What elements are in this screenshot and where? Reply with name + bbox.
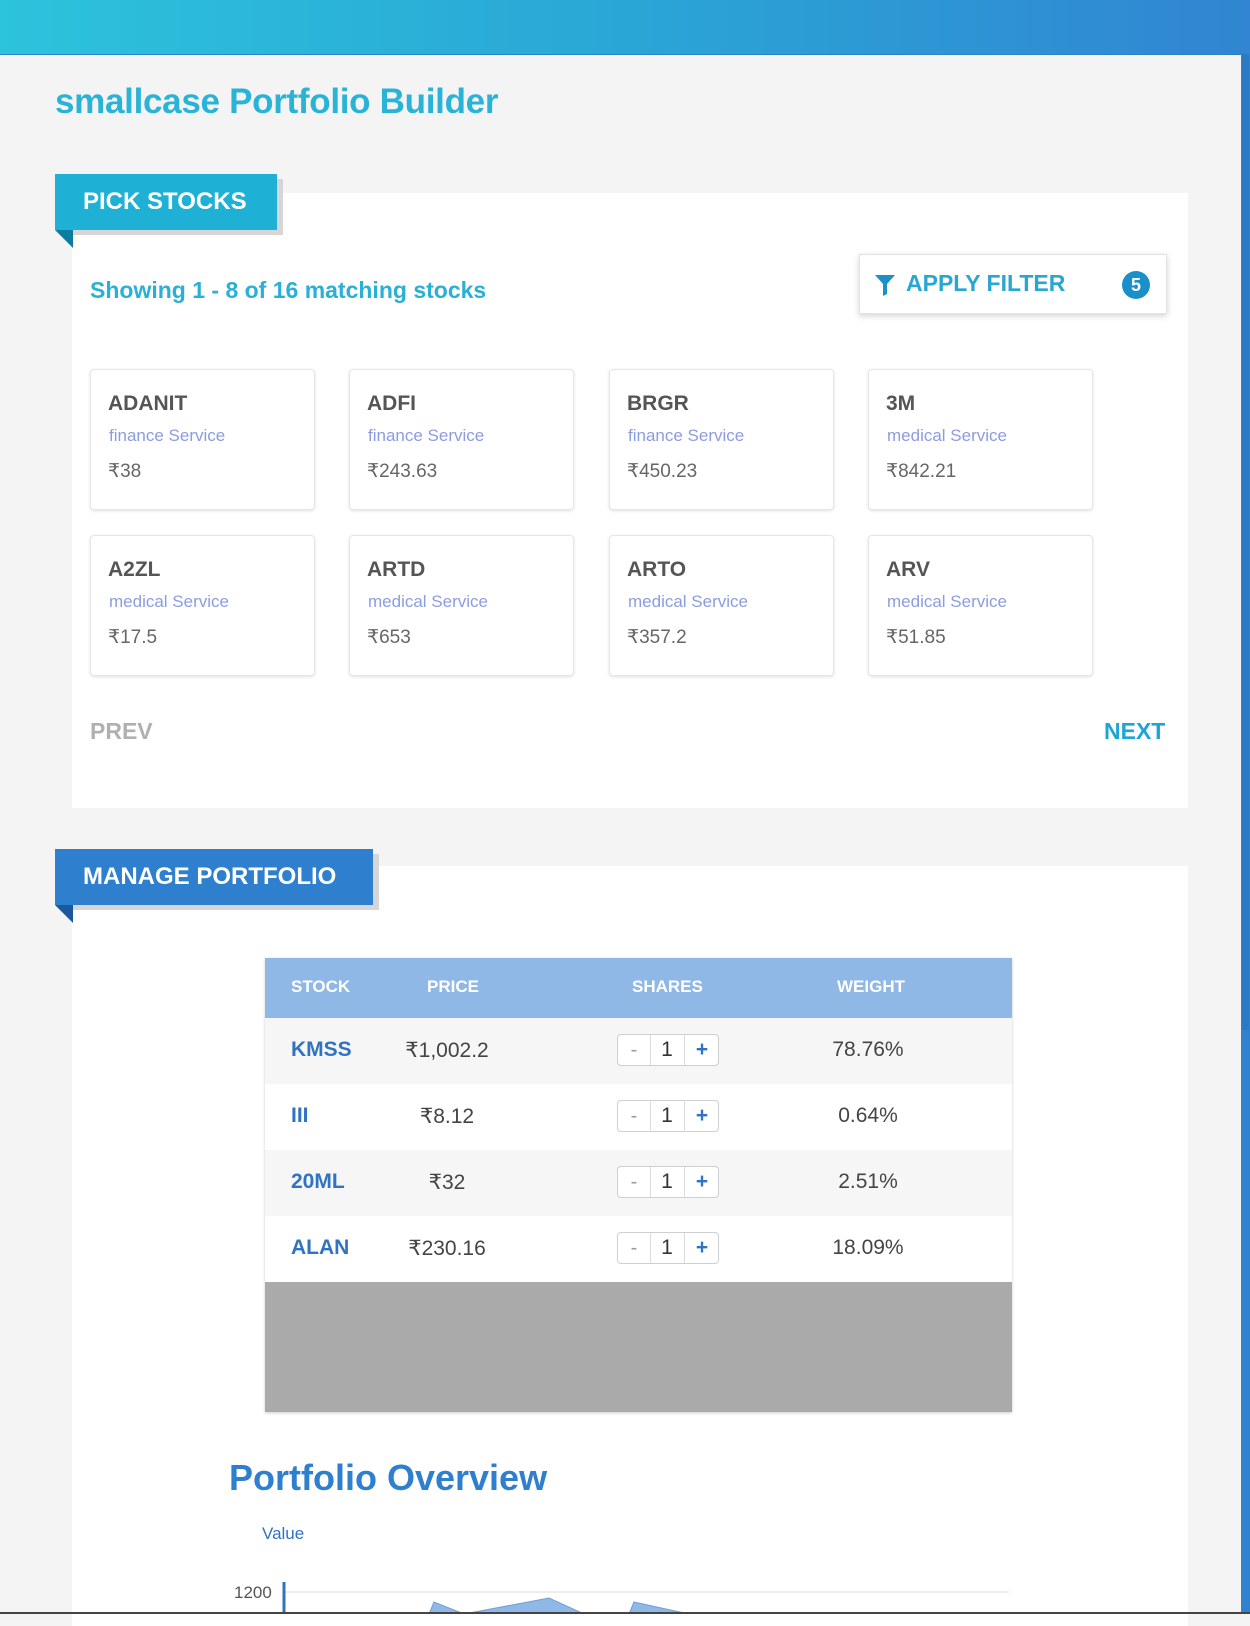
stock-price: ₹38 — [108, 461, 142, 482]
stock-card[interactable]: BRGR finance Service ₹450.23 — [609, 369, 834, 510]
y-axis-label: Value — [262, 1524, 304, 1543]
column-header-stock: STOCK — [291, 977, 351, 996]
portfolio-table: STOCK PRICE SHARES WEIGHT KMSS ₹1,002.2 … — [265, 958, 1012, 1412]
stock-symbol: ARTO — [627, 558, 687, 581]
top-bar — [0, 0, 1250, 55]
decrease-shares-button[interactable]: - — [618, 1101, 651, 1131]
stock-card[interactable]: 3M medical Service ₹842.21 — [868, 369, 1093, 510]
stock-sector: medical Service — [109, 592, 229, 611]
table-header: STOCK PRICE SHARES WEIGHT — [265, 958, 1012, 1018]
portfolio-overview-title: Portfolio Overview — [229, 1457, 548, 1498]
row-stock-link[interactable]: ALAN — [291, 1236, 349, 1260]
shares-stepper: - 1 + — [617, 1100, 719, 1132]
shares-value: 1 — [661, 1236, 673, 1259]
stock-sector: medical Service — [628, 592, 748, 611]
row-price: ₹32 — [428, 1171, 466, 1194]
stock-card[interactable]: ARV medical Service ₹51.85 — [868, 535, 1093, 676]
stock-card[interactable]: ADANIT finance Service ₹38 — [90, 369, 315, 510]
table-row: III ₹8.12 - 1 + 0.64% — [265, 1084, 1012, 1150]
decrease-shares-button[interactable]: - — [618, 1035, 651, 1065]
stock-symbol: A2ZL — [108, 558, 161, 581]
stock-sector: medical Service — [368, 592, 488, 611]
stock-symbol: ADFI — [367, 392, 416, 415]
stock-symbol: BRGR — [627, 392, 689, 415]
column-header-shares: SHARES — [632, 977, 703, 996]
increase-shares-button[interactable]: + — [684, 1167, 719, 1197]
portfolio-overview-chart: Value 1200 — [229, 1520, 1009, 1614]
stock-price: ₹243.63 — [367, 461, 438, 482]
row-stock-link[interactable]: 20ML — [291, 1170, 345, 1194]
column-header-weight: WEIGHT — [837, 977, 905, 996]
stock-price: ₹357.2 — [627, 627, 687, 648]
stock-sector: finance Service — [628, 426, 745, 445]
row-weight: 2.51% — [838, 1170, 898, 1193]
stock-price: ₹842.21 — [886, 461, 957, 482]
ribbon-fold — [55, 905, 73, 923]
manage-portfolio-heading: MANAGE PORTFOLIO — [55, 849, 373, 905]
results-count-text: Showing 1 - 8 of 16 matching stocks — [90, 277, 487, 303]
stock-symbol: ADANIT — [108, 392, 188, 415]
increase-shares-button[interactable]: + — [684, 1233, 719, 1263]
stock-symbol: ARV — [886, 558, 930, 581]
stock-price: ₹450.23 — [627, 461, 698, 482]
filter-icon — [875, 275, 895, 296]
stock-sector: finance Service — [368, 426, 485, 445]
stock-sector: finance Service — [109, 426, 226, 445]
table-row: 20ML ₹32 - 1 + 2.51% — [265, 1150, 1012, 1216]
table-row: ALAN ₹230.16 - 1 + 18.09% — [265, 1216, 1012, 1282]
shares-stepper: - 1 + — [617, 1232, 719, 1264]
shares-stepper: - 1 + — [617, 1034, 719, 1066]
shares-value: 1 — [661, 1170, 673, 1193]
stock-card[interactable]: A2ZL medical Service ₹17.5 — [90, 535, 315, 676]
shares-value: 1 — [661, 1038, 673, 1061]
prev-button[interactable]: PREV — [90, 718, 153, 745]
stock-sector: medical Service — [887, 426, 1007, 445]
stock-symbol: 3M — [886, 392, 916, 415]
apply-filter-label: APPLY FILTER — [906, 270, 1066, 296]
next-button[interactable]: NEXT — [1104, 718, 1165, 745]
shares-value: 1 — [661, 1104, 673, 1127]
ribbon-fold — [55, 230, 73, 248]
page-title: smallcase Portfolio Builder — [55, 82, 499, 121]
stock-card[interactable]: ARTO medical Service ₹357.2 — [609, 535, 834, 676]
stock-price: ₹17.5 — [108, 627, 158, 648]
stock-card[interactable]: ARTD medical Service ₹653 — [349, 535, 574, 676]
filter-count-badge: 5 — [1122, 271, 1150, 299]
shares-stepper: - 1 + — [617, 1166, 719, 1198]
stock-card[interactable]: ADFI finance Service ₹243.63 — [349, 369, 574, 510]
row-price: ₹8.12 — [419, 1105, 475, 1128]
row-stock-link[interactable]: III — [291, 1104, 309, 1128]
increase-shares-button[interactable]: + — [684, 1035, 719, 1065]
decrease-shares-button[interactable]: - — [618, 1167, 651, 1197]
chart-svg: Value 1200 — [234, 1524, 1009, 1614]
increase-shares-button[interactable]: + — [684, 1101, 719, 1131]
row-weight: 78.76% — [832, 1038, 904, 1061]
y-tick-label: 1200 — [234, 1583, 272, 1602]
column-header-price: PRICE — [427, 977, 479, 996]
stock-price: ₹51.85 — [886, 627, 946, 648]
table-row: KMSS ₹1,002.2 - 1 + 78.76% — [265, 1018, 1012, 1084]
stock-symbol: ARTD — [367, 558, 426, 581]
apply-filter-button[interactable]: APPLY FILTER 5 — [859, 254, 1167, 314]
scrollbar-thumb[interactable] — [1242, 54, 1249, 1030]
stock-sector: medical Service — [887, 592, 1007, 611]
decrease-shares-button[interactable]: - — [618, 1233, 651, 1263]
row-price: ₹1,002.2 — [405, 1039, 489, 1062]
row-weight: 18.09% — [832, 1236, 904, 1259]
stock-price: ₹653 — [367, 627, 411, 648]
pick-stocks-heading: PICK STOCKS — [55, 174, 277, 230]
row-price: ₹230.16 — [408, 1237, 486, 1260]
row-weight: 0.64% — [838, 1104, 898, 1127]
row-stock-link[interactable]: KMSS — [291, 1038, 352, 1062]
